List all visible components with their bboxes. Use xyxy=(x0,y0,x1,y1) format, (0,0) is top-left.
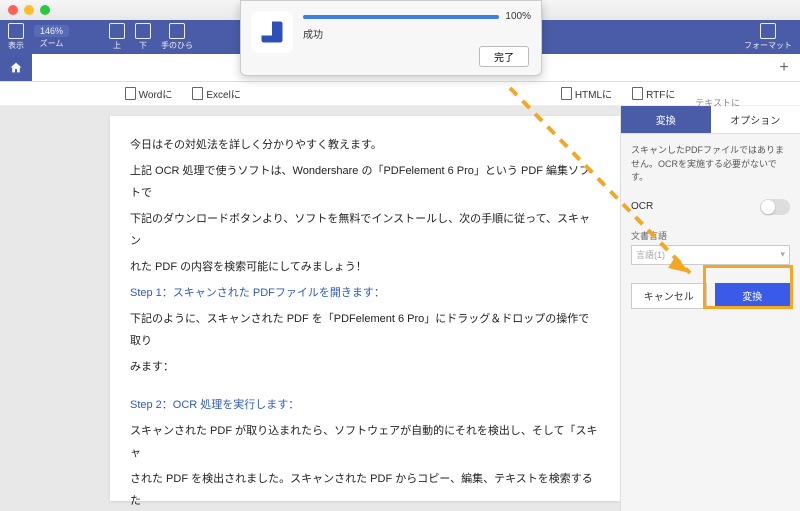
format-icon xyxy=(760,23,776,39)
down-label: 下 xyxy=(139,40,147,51)
app-logo-icon xyxy=(251,11,293,53)
view-icon xyxy=(8,23,24,39)
format-label: フォーマット xyxy=(744,40,792,51)
close-window-icon[interactable] xyxy=(8,5,18,15)
step-heading: Step 2：OCR 処理を実行します： xyxy=(130,394,600,416)
doc-text: 今日はその対処法を詳しく分かりやすく教えます。 xyxy=(130,134,600,156)
document-page: 今日はその対処法を詳しく分かりやすく教えます。 上記 OCR 処理で使うソフトは… xyxy=(110,116,620,501)
progress-row: 100% xyxy=(303,11,531,22)
page-down-icon xyxy=(135,23,151,39)
convert-button[interactable]: 変換 xyxy=(715,283,791,309)
doc-text: スキャンされた PDF が取り込まれたら、ソフトウェアが自動的にそれを検出し、そ… xyxy=(130,420,600,464)
doc-text: 下記のダウンロードボタンより、ソフトを無料でインストールし、次の手順に従って、ス… xyxy=(130,208,600,252)
page-up-tool[interactable]: 上 xyxy=(109,23,125,51)
page-down-tool[interactable]: 下 xyxy=(135,23,151,51)
home-tab[interactable] xyxy=(0,54,32,81)
doc-text: 上記 OCR 処理で使うソフトは、Wondershare の「PDFelemen… xyxy=(130,160,600,204)
content-area: 今日はその対処法を詳しく分かりやすく教えます。 上記 OCR 処理で使うソフトは… xyxy=(0,106,800,511)
progress-percent: 100% xyxy=(505,11,531,22)
to-word-button[interactable]: Wordに xyxy=(125,86,173,101)
ocr-label: OCR xyxy=(631,201,653,212)
tab-convert[interactable]: 変換 xyxy=(621,106,711,134)
doc-text: された PDF を検出されました。スキャンされた PDF からコピー、編集、テキ… xyxy=(130,468,600,511)
progress-status: 成功 xyxy=(303,26,531,41)
chevron-down-icon: ▾ xyxy=(780,249,785,260)
hand-label: 手のひら xyxy=(161,40,193,51)
action-buttons: キャンセル 変換 xyxy=(631,283,790,309)
side-panel: 変換 オプション スキャンしたPDFファイルではありません。OCRを実施する必要… xyxy=(620,106,800,511)
hand-icon xyxy=(169,23,185,39)
progress-fill xyxy=(303,15,499,19)
doc-text: れた PDF の内容を検索可能にしてみましょう！ xyxy=(130,256,600,278)
to-rtf-label: RTFに xyxy=(646,86,675,101)
done-button[interactable]: 完了 xyxy=(479,46,529,67)
home-icon xyxy=(9,61,23,74)
language-select[interactable]: 言語(1) ▾ xyxy=(631,245,790,265)
view-label: 表示 xyxy=(8,40,24,51)
to-word-label: Wordに xyxy=(139,86,173,101)
side-panel-body: スキャンしたPDFファイルではありません。OCRを実施する必要がないです。 OC… xyxy=(621,134,800,319)
text-to-label: テキストに xyxy=(695,96,740,109)
hand-tool[interactable]: 手のひら xyxy=(161,23,193,51)
cancel-button[interactable]: キャンセル xyxy=(631,283,707,309)
doc-text: 下記のように、スキャンされた PDF を「PDFelement 6 Pro」にド… xyxy=(130,308,600,352)
word-icon xyxy=(125,87,136,100)
side-tabs: 変換 オプション xyxy=(621,106,800,134)
progress-dialog: 100% 成功 完了 xyxy=(240,0,542,76)
progress-bar xyxy=(303,15,499,19)
minimize-window-icon[interactable] xyxy=(24,5,34,15)
excel-icon xyxy=(192,87,203,100)
to-rtf-button[interactable]: RTFに xyxy=(632,86,675,101)
zoom-value: 146% xyxy=(34,25,69,37)
language-label: 文書言語 xyxy=(631,229,790,242)
zoom-label: ズーム xyxy=(40,38,64,49)
to-html-button[interactable]: HTMLに xyxy=(561,86,612,101)
doc-text: みます： xyxy=(130,356,600,378)
format-bar: Wordに Excelに HTMLに RTFに xyxy=(0,82,800,106)
tab-options[interactable]: オプション xyxy=(711,106,800,134)
format-tool[interactable]: フォーマット xyxy=(744,23,792,51)
rtf-icon xyxy=(632,87,643,100)
step-heading: Step 1：スキャンされた PDFファイルを開きます： xyxy=(130,282,600,304)
new-tab-button[interactable]: + xyxy=(772,59,796,77)
to-html-label: HTMLに xyxy=(575,86,612,101)
ocr-toggle[interactable] xyxy=(760,199,790,215)
up-label: 上 xyxy=(113,40,121,51)
language-value: 言語(1) xyxy=(636,248,665,261)
ocr-note: スキャンしたPDFファイルではありません。OCRを実施する必要がないです。 xyxy=(631,144,790,185)
maximize-window-icon[interactable] xyxy=(40,5,50,15)
html-icon xyxy=(561,87,572,100)
page-up-icon xyxy=(109,23,125,39)
view-tool[interactable]: 表示 xyxy=(8,23,24,51)
to-excel-button[interactable]: Excelに xyxy=(192,86,240,101)
to-excel-label: Excelに xyxy=(206,86,240,101)
document-viewport[interactable]: 今日はその対処法を詳しく分かりやすく教えます。 上記 OCR 処理で使うソフトは… xyxy=(0,106,620,511)
ocr-toggle-row: OCR xyxy=(631,199,790,215)
zoom-tool[interactable]: 146% ズーム xyxy=(34,25,69,49)
